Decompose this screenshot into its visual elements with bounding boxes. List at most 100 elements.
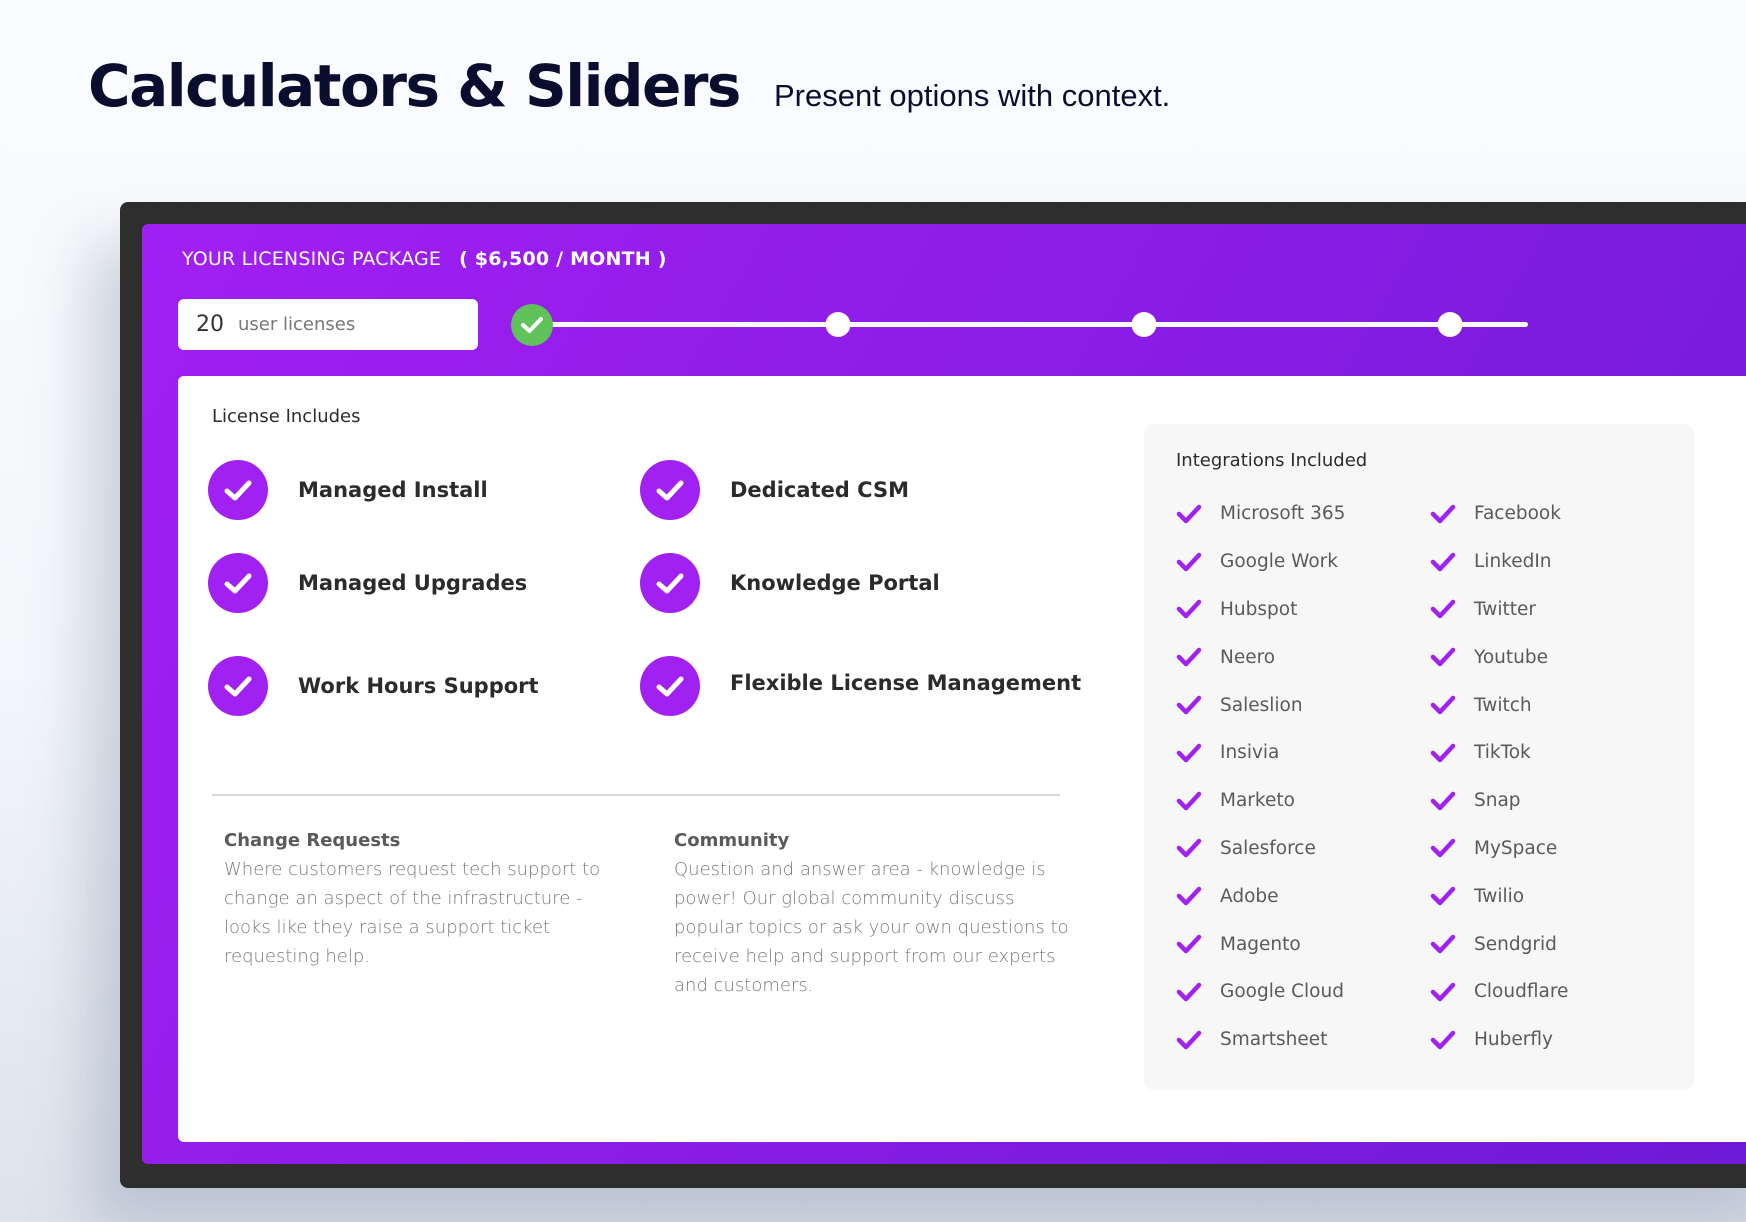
integration-item: Hubspot <box>1176 586 1345 634</box>
integration-label: TikTok <box>1474 742 1531 764</box>
slider-track[interactable] <box>528 322 1528 327</box>
feature-item: Work Hours Support <box>208 656 539 716</box>
feature-item: Flexible License Management <box>640 656 1081 716</box>
integration-label: Twitter <box>1474 598 1537 620</box>
check-icon <box>1430 743 1456 763</box>
integration-label: Smartsheet <box>1220 1029 1328 1051</box>
integration-label: Hubspot <box>1220 598 1298 620</box>
integration-item: Smartsheet <box>1176 1016 1345 1064</box>
integration-label: Twitch <box>1474 694 1532 716</box>
check-icon <box>1176 839 1202 858</box>
integration-label: Insivia <box>1220 742 1280 764</box>
integrations-card: Integrations Included Microsoft 365 Googl… <box>1144 424 1694 1090</box>
integration-item: Huberfly <box>1430 1016 1568 1064</box>
package-heading: YOUR LICENSING PACKAGE ( $6,500 / MONTH ) <box>182 248 667 270</box>
check-icon <box>1430 648 1456 667</box>
integration-item: Youtube <box>1430 633 1568 681</box>
check-circle-icon <box>640 553 700 613</box>
check-circle-icon <box>640 460 700 520</box>
license-includes-label: License Includes <box>212 406 361 427</box>
package-price: ( $6,500 / MONTH ) <box>459 248 667 270</box>
content-card: License Includes Managed Install Managed… <box>178 376 1746 1142</box>
slider-stop[interactable] <box>825 312 851 337</box>
check-icon <box>1430 982 1456 1002</box>
feature-label: Flexible License Management <box>730 671 1082 695</box>
feature-item: Managed Install <box>208 460 488 520</box>
integration-item: Sendgrid <box>1430 920 1568 968</box>
check-circle-icon <box>208 656 268 716</box>
check-icon <box>1176 552 1202 571</box>
integration-label: Magento <box>1220 933 1301 955</box>
package-title: YOUR LICENSING PACKAGE <box>182 248 442 270</box>
check-icon <box>1176 982 1202 1002</box>
check-icon <box>1176 648 1202 667</box>
integration-label: Marketo <box>1220 790 1295 812</box>
feature-label: Managed Install <box>298 478 488 502</box>
feature-label: Dedicated CSM <box>730 478 909 502</box>
page-subtitle: Present options with context. <box>773 78 1171 113</box>
feature-item: Knowledge Portal <box>640 553 940 613</box>
check-icon <box>1430 1030 1456 1049</box>
slider-handle[interactable] <box>511 304 553 346</box>
check-icon <box>1430 839 1456 858</box>
check-icon <box>521 317 543 333</box>
info-text: Where customers request tech support to … <box>224 859 601 967</box>
license-unit-label: user licenses <box>238 314 356 335</box>
integration-label: Facebook <box>1474 503 1561 525</box>
integration-item: Twilio <box>1430 872 1568 920</box>
integration-item: Neero <box>1176 633 1345 681</box>
integration-label: Google Work <box>1220 551 1338 573</box>
feature-label: Knowledge Portal <box>730 571 940 595</box>
info-text: Question and answer area - knowledge is … <box>674 859 1069 996</box>
info-title: Change Requests <box>224 830 401 851</box>
integration-label: Google Cloud <box>1220 981 1344 1003</box>
integrations-title: Integrations Included <box>1176 450 1368 471</box>
check-icon <box>1430 934 1456 954</box>
page-header: Calculators & Sliders Present options wi… <box>88 52 1170 120</box>
integration-item: Snap <box>1430 777 1568 825</box>
check-circle-icon <box>208 460 268 520</box>
feature-label: Work Hours Support <box>298 674 539 698</box>
check-icon <box>1176 934 1202 954</box>
integrations-list-right: Facebook LinkedIn Twitter Youtube Twitch TikT… <box>1430 490 1568 1064</box>
integration-label: Saleslion <box>1220 694 1303 716</box>
integration-item: Twitch <box>1430 681 1568 729</box>
licensing-panel: YOUR LICENSING PACKAGE ( $6,500 / MONTH )… <box>142 224 1746 1164</box>
integration-label: Huberfly <box>1474 1029 1553 1051</box>
integration-item: Google Work <box>1176 538 1345 586</box>
check-icon <box>1176 504 1202 524</box>
device-frame: YOUR LICENSING PACKAGE ( $6,500 / MONTH )… <box>120 202 1746 1188</box>
integration-item: Facebook <box>1430 490 1568 538</box>
integration-item: Google Cloud <box>1176 968 1345 1016</box>
license-count-value[interactable]: 20 <box>196 312 224 337</box>
integration-label: Twilio <box>1474 885 1525 907</box>
check-circle-icon <box>640 656 700 716</box>
integration-label: Adobe <box>1220 885 1279 907</box>
integration-item: Saleslion <box>1176 681 1345 729</box>
integration-item: MySpace <box>1430 825 1568 873</box>
check-icon <box>1430 600 1456 619</box>
integration-item: Salesforce <box>1176 825 1345 873</box>
license-slider[interactable] <box>510 304 1550 346</box>
integration-label: Sendgrid <box>1474 933 1557 955</box>
check-icon <box>1430 504 1456 524</box>
feature-label: Managed Upgrades <box>298 571 528 595</box>
integration-item: Cloudflare <box>1430 968 1568 1016</box>
integration-label: Cloudflare <box>1474 981 1569 1003</box>
integration-label: Neero <box>1220 646 1276 668</box>
check-icon <box>1176 887 1202 906</box>
license-count-input[interactable]: 20 user licenses <box>178 299 478 350</box>
check-icon <box>1176 743 1202 763</box>
feature-item: Dedicated CSM <box>640 460 909 520</box>
integration-label: LinkedIn <box>1474 551 1552 573</box>
check-circle-icon <box>208 553 268 613</box>
check-icon <box>1430 695 1456 715</box>
slider-stop[interactable] <box>1131 312 1157 337</box>
check-icon <box>1430 887 1456 906</box>
integration-label: Salesforce <box>1220 837 1316 859</box>
slider-stop[interactable] <box>1437 312 1463 337</box>
check-icon <box>1430 552 1456 571</box>
integration-label: Snap <box>1474 790 1521 812</box>
integration-item: TikTok <box>1430 729 1568 777</box>
check-icon <box>1176 600 1202 619</box>
